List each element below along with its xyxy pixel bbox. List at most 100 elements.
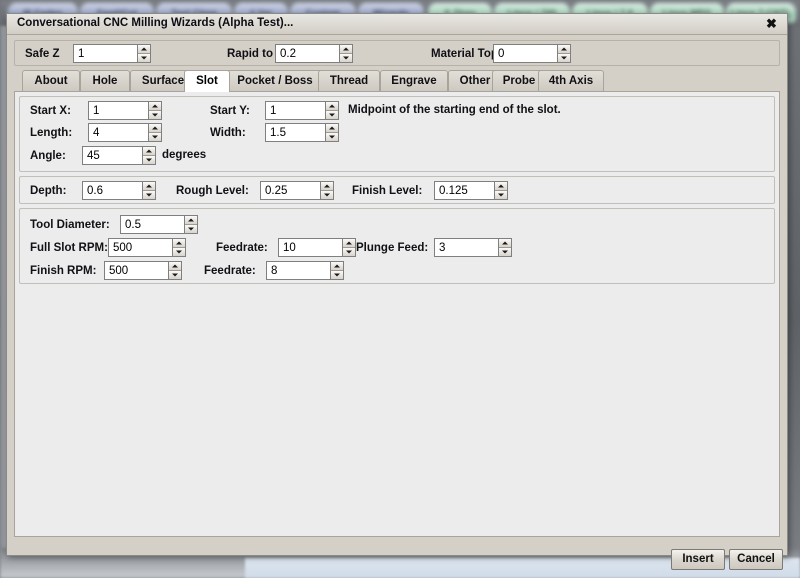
finish-rpm-input[interactable]: 500 [104,261,168,280]
rough-level-stepper[interactable] [320,181,334,200]
rapid-to-z-stepper[interactable] [339,44,353,63]
length[interactable]: 4 [88,123,162,142]
rapid-to-z-increment-icon[interactable] [340,45,352,54]
tab-about[interactable]: About [22,70,80,91]
safe-z-decrement-icon[interactable] [138,54,150,63]
finish-rpm-decrement-icon[interactable] [169,271,181,280]
full-slot-rpm-decrement-icon[interactable] [173,248,185,257]
plunge-feed-increment-icon[interactable] [499,239,511,248]
length-input[interactable]: 4 [88,123,148,142]
plunge-feed[interactable]: 3 [434,238,512,257]
finish-feedrate-stepper[interactable] [330,261,344,280]
finish-feedrate-increment-icon[interactable] [331,262,343,271]
angle-stepper[interactable] [142,146,156,165]
tab-pocket-boss[interactable]: Pocket / Boss [224,70,326,91]
start-x-decrement-icon[interactable] [149,111,161,120]
start-y-stepper[interactable] [325,101,339,120]
material-top-z-input[interactable]: 0 [493,44,557,63]
safe-z-stepper[interactable] [137,44,151,63]
rough-feedrate-increment-icon[interactable] [343,239,355,248]
start-x-stepper[interactable] [148,101,162,120]
close-icon[interactable]: ✖ [764,16,779,31]
rough-feedrate-input[interactable]: 10 [278,238,342,257]
material-top-z-stepper[interactable] [557,44,571,63]
start-x-increment-icon[interactable] [149,102,161,111]
finish-level-input[interactable]: 0.125 [434,181,494,200]
depth[interactable]: 0.6 [82,181,156,200]
material-top-z-increment-icon[interactable] [558,45,570,54]
depth-increment-icon[interactable] [143,182,155,191]
start-x-input[interactable]: 1 [88,101,148,120]
width-decrement-icon[interactable] [326,133,338,142]
slot-tab-page: Start X:1Start Y:1Midpoint of the starti… [14,91,780,537]
finish-rpm-stepper[interactable] [168,261,182,280]
angle-decrement-icon[interactable] [143,156,155,165]
width-input[interactable]: 1.5 [265,123,325,142]
rapid-to-z-decrement-icon[interactable] [340,54,352,63]
tool-diameter[interactable]: 0.5 [120,215,198,234]
rapid-to-z-input[interactable]: 0.2 [275,44,339,63]
start-y-label: Start Y: [210,104,250,118]
insert-button[interactable]: Insert [671,549,725,570]
angle[interactable]: 45 [82,146,156,165]
full-slot-rpm-increment-icon[interactable] [173,239,185,248]
material-top-z-decrement-icon[interactable] [558,54,570,63]
safe-z-increment-icon[interactable] [138,45,150,54]
tab-thread[interactable]: Thread [318,70,380,91]
tool-diameter-stepper[interactable] [184,215,198,234]
tab-slot[interactable]: Slot [184,70,230,92]
slot-tool-group: Tool Diameter:0.5Full Slot RPM:500Feedra… [19,208,775,284]
depth-input[interactable]: 0.6 [82,181,142,200]
global-z-parameters-row: Safe Z1Rapid to Z0.2Material Top Z0 [14,40,780,66]
tool-diameter-label: Tool Diameter: [30,218,110,232]
full-slot-rpm[interactable]: 500 [108,238,186,257]
length-decrement-icon[interactable] [149,133,161,142]
width[interactable]: 1.5 [265,123,339,142]
finish-rpm-increment-icon[interactable] [169,262,181,271]
rough-feedrate-decrement-icon[interactable] [343,248,355,257]
finish-level-decrement-icon[interactable] [495,191,507,200]
start-x[interactable]: 1 [88,101,162,120]
tab-engrave[interactable]: Engrave [380,70,448,91]
rough-feedrate-stepper[interactable] [342,238,356,257]
rough-level-input[interactable]: 0.25 [260,181,320,200]
tab-4th-axis[interactable]: 4th Axis [538,70,604,91]
safe-z-input[interactable]: 1 [73,44,137,63]
finish-feedrate-decrement-icon[interactable] [331,271,343,280]
tab-hole[interactable]: Hole [80,70,130,91]
cancel-button[interactable]: Cancel [729,549,783,570]
length-increment-icon[interactable] [149,124,161,133]
finish-rpm[interactable]: 500 [104,261,182,280]
finish-feedrate[interactable]: 8 [266,261,344,280]
plunge-feed-input[interactable]: 3 [434,238,498,257]
finish-feedrate-input[interactable]: 8 [266,261,330,280]
plunge-feed-stepper[interactable] [498,238,512,257]
material-top-z[interactable]: 0 [493,44,571,63]
depth-stepper[interactable] [142,181,156,200]
rapid-to-z[interactable]: 0.2 [275,44,353,63]
width-stepper[interactable] [325,123,339,142]
full-slot-rpm-input[interactable]: 500 [108,238,172,257]
angle-input[interactable]: 45 [82,146,142,165]
tool-diameter-input[interactable]: 0.5 [120,215,184,234]
rough-level[interactable]: 0.25 [260,181,334,200]
start-y-decrement-icon[interactable] [326,111,338,120]
finish-level-increment-icon[interactable] [495,182,507,191]
safe-z[interactable]: 1 [73,44,151,63]
start-y-input[interactable]: 1 [265,101,325,120]
full-slot-rpm-stepper[interactable] [172,238,186,257]
plunge-feed-decrement-icon[interactable] [499,248,511,257]
rough-level-increment-icon[interactable] [321,182,333,191]
finish-level[interactable]: 0.125 [434,181,508,200]
rough-feedrate[interactable]: 10 [278,238,356,257]
start-y[interactable]: 1 [265,101,339,120]
angle-increment-icon[interactable] [143,147,155,156]
rough-level-decrement-icon[interactable] [321,191,333,200]
depth-decrement-icon[interactable] [143,191,155,200]
length-stepper[interactable] [148,123,162,142]
tool-diameter-decrement-icon[interactable] [185,225,197,234]
width-increment-icon[interactable] [326,124,338,133]
tool-diameter-increment-icon[interactable] [185,216,197,225]
start-y-increment-icon[interactable] [326,102,338,111]
finish-level-stepper[interactable] [494,181,508,200]
